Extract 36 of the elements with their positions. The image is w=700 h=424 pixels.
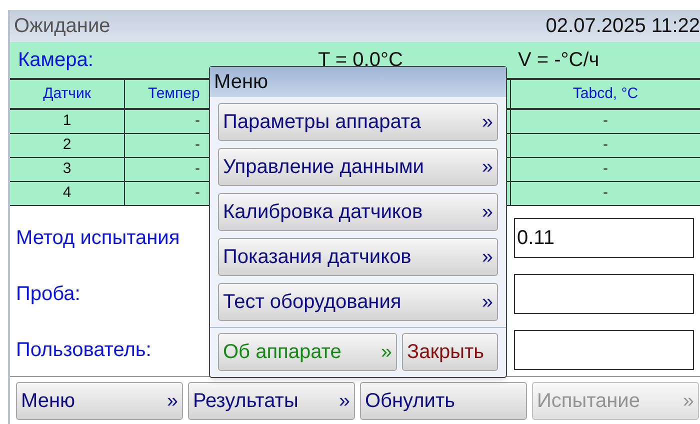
menu-item[interactable]: Управление данными » [218,148,498,186]
status-text: Ожидание [14,14,110,39]
menu-item[interactable]: Тест оборудования » [218,283,498,321]
table-cell-text: - [603,111,608,132]
table-cell-text: - [195,135,200,156]
column-header: Датчик [43,84,91,104]
table-cell-text: - [603,183,608,204]
toolbar-button[interactable]: Обнулить [360,382,527,420]
close-button[interactable]: Закрыть [402,333,498,371]
dialog-title: Меню [210,67,506,97]
column-header: Темпер [148,84,200,104]
input-field[interactable]: 0.11 [514,218,694,258]
table-cell-text: 4 [62,183,72,204]
menu-item[interactable]: Об аппарате » [218,333,397,371]
menu-item[interactable]: Показания датчиков » [218,238,498,276]
chamber-label: Камера: [18,48,94,73]
field-label: Пользователь: [16,338,152,363]
table-cell-text: - [603,135,608,156]
table-cell-text: 1 [62,111,72,132]
rate-reading: V = -°C/ч [518,48,600,73]
date-time: 02.07.2025 11:22 [546,14,700,39]
field-label: Метод испытания [16,226,180,251]
input-field[interactable] [514,330,694,370]
table-cell-text: - [195,159,200,180]
column-header: Tabcd, °C [572,84,638,104]
toolbar-button[interactable]: Результаты » [188,382,355,420]
table-cell-text: 2 [62,135,72,156]
table-cell-text: - [195,183,200,204]
table-cell-text: - [603,159,608,180]
input-field[interactable] [514,274,694,314]
menu-item[interactable]: Параметры аппарата » [218,103,498,141]
toolbar-button[interactable]: Меню » [16,382,183,420]
table-cell-text: - [195,111,200,132]
field-label: Проба: [16,282,80,307]
menu-item[interactable]: Калибровка датчиков » [218,193,498,231]
table-cell-text: 3 [62,159,72,180]
